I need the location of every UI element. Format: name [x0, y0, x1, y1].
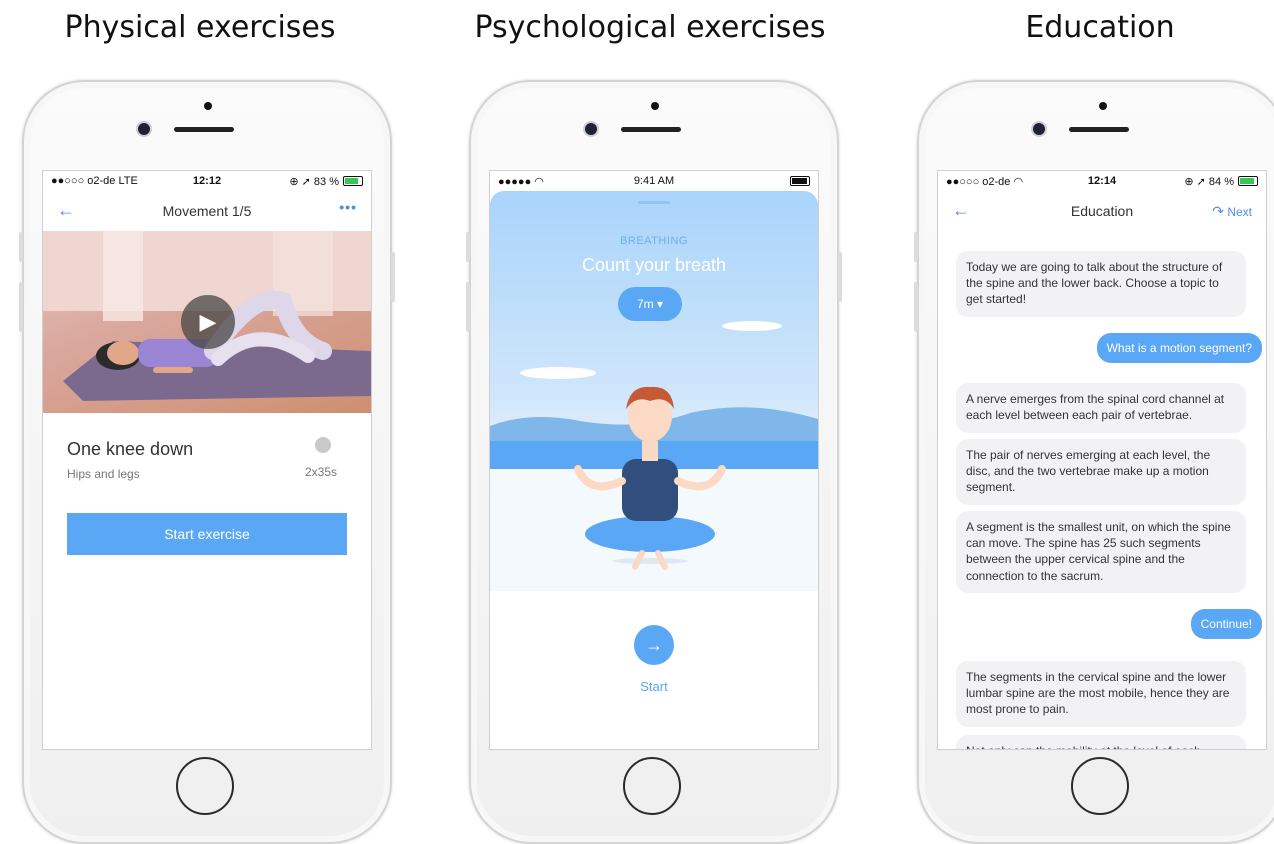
nav-bar: ← Movement 1/5 ••• [43, 191, 371, 231]
chat-reply-option[interactable]: What is a motion segment? [1096, 333, 1262, 363]
back-arrow-icon[interactable]: ← [952, 200, 970, 221]
column-title-psychological: Psychological exercises [474, 10, 826, 45]
drag-handle[interactable] [638, 201, 670, 204]
proximity-sensor [204, 102, 212, 110]
proximity-sensor [651, 102, 659, 110]
exercise-name: One knee down [67, 439, 194, 459]
next-label: Next [1227, 205, 1252, 219]
earpiece-speaker [174, 127, 234, 132]
clock: 12:14 [1087, 175, 1117, 187]
category-label: BREATHING [620, 235, 688, 247]
battery-icon [343, 176, 363, 186]
redo-icon: ↷ [1212, 203, 1224, 219]
front-camera [1033, 123, 1045, 135]
status-bar: ●●●●● ◠ 9:41 AM [490, 171, 818, 191]
play-icon[interactable]: ▶ [181, 295, 235, 349]
screen-physical: ●●○○○ o2-de LTE 12:12 ⊕ ➚ 83 % ← Movemen… [42, 170, 372, 750]
phone-education: ●●○○○ o2-de ◠ 12:14 ⊕ ➚ 84 % ← Education… [914, 80, 1274, 844]
screen-education: ●●○○○ o2-de ◠ 12:14 ⊕ ➚ 84 % ← Education… [937, 170, 1267, 750]
nav-title: Education [1070, 203, 1134, 219]
start-arrow-button[interactable]: → [634, 625, 674, 665]
exercise-title: Count your breath [581, 255, 727, 275]
nav-title: Movement 1/5 [162, 203, 252, 219]
phone-psychological: ●●●●● ◠ 9:41 AM BREATHING Count your bre… [466, 80, 842, 844]
breathing-card: BREATHING Count your breath 7m ▾ → Start [490, 191, 818, 749]
more-icon[interactable]: ••• [339, 199, 357, 215]
exercise-duration: 2x35s [305, 465, 338, 479]
chat-message-bot: The segments in the cervical spine and t… [956, 661, 1246, 727]
screen-psychological: ●●●●● ◠ 9:41 AM BREATHING Count your bre… [489, 170, 819, 750]
start-exercise-button[interactable]: Start exercise [67, 513, 347, 555]
clock: 12:12 [192, 175, 222, 187]
nav-bar: ← Education ↷ Next [938, 191, 1266, 231]
column-title-physical: Physical exercises [64, 10, 336, 45]
earpiece-speaker [621, 127, 681, 132]
chat-reply-option[interactable]: Continue! [1190, 609, 1262, 639]
status-bar: ●●○○○ o2-de ◠ 12:14 ⊕ ➚ 84 % [938, 171, 1266, 191]
start-label[interactable]: Start [490, 679, 818, 694]
arrow-right-icon: → [645, 634, 663, 655]
chat-message-bot: A segment is the smallest unit, on which… [956, 511, 1246, 593]
phone-physical: ●●○○○ o2-de LTE 12:12 ⊕ ➚ 83 % ← Movemen… [19, 80, 395, 844]
clock-icon [315, 437, 331, 453]
battery-icon [790, 176, 810, 186]
front-camera [585, 123, 597, 135]
chat-message-bot: The pair of nerves emerging at each leve… [956, 439, 1246, 505]
front-camera [138, 123, 150, 135]
clock: 9:41 AM [633, 175, 675, 187]
exercise-video[interactable]: ▶ [43, 231, 371, 413]
meditation-illustration [490, 321, 818, 591]
column-title-education: Education [1025, 10, 1175, 45]
next-button[interactable]: ↷ Next [1212, 203, 1252, 220]
chat-message-bot: A nerve emerges from the spinal cord cha… [956, 383, 1246, 433]
proximity-sensor [1099, 102, 1107, 110]
home-button[interactable] [176, 757, 234, 815]
battery-icon [1238, 176, 1258, 186]
chat-message-bot: Not only can the mobility at the level o… [956, 735, 1246, 749]
exercise-subtitle: Hips and legs [67, 467, 140, 481]
status-bar: ●●○○○ o2-de LTE 12:12 ⊕ ➚ 83 % [43, 171, 371, 191]
chat-message-bot: Today we are going to talk about the str… [956, 251, 1246, 317]
home-button[interactable] [623, 757, 681, 815]
back-arrow-icon[interactable]: ← [57, 200, 75, 221]
earpiece-speaker [1069, 127, 1129, 132]
home-button[interactable] [1071, 757, 1129, 815]
